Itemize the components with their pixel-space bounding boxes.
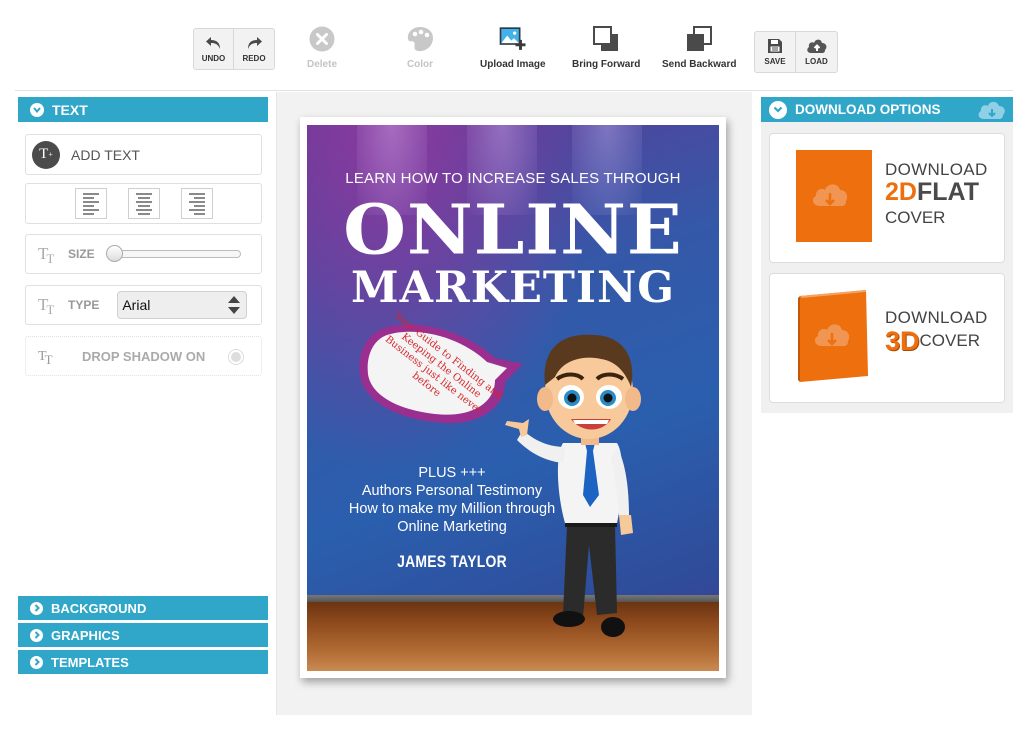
undo-icon [205,37,220,49]
align-left-button[interactable] [74,188,107,219]
flat-label: FLAT [916,178,979,206]
save-load-group: SAVE LOAD [754,31,838,73]
flat-cover-thumbnail [796,150,872,242]
cover-label: COVER [919,331,980,350]
templates-section-header[interactable]: TEMPLATES [18,650,268,674]
download-options-title: DOWNLOAD OPTIONS [795,102,941,117]
color-label: Color [406,59,434,70]
background-section-title: BACKGROUND [51,600,147,616]
text-size-icon: TT [38,244,54,266]
redo-label: REDO [242,54,266,63]
cover-title-line2[interactable]: MARKETING [307,263,719,313]
download-3d-cover-button[interactable]: DOWNLOAD 3DCOVER [769,273,1005,403]
download-2d-type: 2DFLAT [885,180,988,208]
save-label: SAVE [764,57,786,66]
delete-label: Delete [307,59,338,70]
graphics-section-title: GRAPHICS [51,627,120,643]
cover-subtitle[interactable]: LEARN HOW TO INCREASE SALES THROUGH [307,170,719,187]
chevron-right-icon [30,628,43,642]
chevron-down-icon [30,102,44,117]
download-3d-text: DOWNLOAD 3DCOVER [885,308,988,359]
font-size-slider[interactable] [105,245,241,262]
delete-icon [309,26,335,52]
undo-button[interactable]: UNDO [194,29,234,69]
book-cover[interactable]: LEARN HOW TO INCREASE SALES THROUGH ONLI… [307,125,719,671]
align-center-button[interactable] [127,188,160,219]
cloud-upload-icon [806,39,826,53]
redo-icon [248,37,262,49]
cover-label: COVER [885,208,946,227]
cloud-download-icon [978,101,1005,119]
color-button[interactable]: Color [405,24,435,70]
align-left-icon [82,192,99,215]
bring-forward-button[interactable]: Bring Forward [572,24,640,70]
toolbar-divider [15,90,1013,91]
save-button[interactable]: SAVE [755,32,796,72]
add-text-icon: T + [32,140,60,169]
download-label: DOWNLOAD [885,308,988,327]
type-label: TYPE [68,298,100,312]
download-3d-type: 3DCOVER [885,328,988,359]
palette-icon [407,27,433,52]
font-type-row: TT TYPE Arial [25,285,262,325]
bring-forward-label: Bring Forward [572,59,641,70]
background-section: BACKGROUND [18,596,268,620]
chevron-right-icon [30,601,43,615]
undo-label: UNDO [201,54,226,63]
text-section-header[interactable]: TEXT [18,97,268,122]
drop-shadow-label: DROP SHADOW ON [82,348,206,364]
text-section-title: TEXT [52,101,88,118]
font-select[interactable]: Arial [117,291,248,319]
send-backward-button[interactable]: Send Backward [662,24,736,70]
text-type-icon: TT [38,295,54,317]
graphics-section-header[interactable]: GRAPHICS [18,623,268,647]
background-section-header[interactable]: BACKGROUND [18,596,268,620]
download-2d-flat-cover-button[interactable]: DOWNLOAD 2DFLAT COVER [769,133,1005,263]
cover-title-line1[interactable]: ONLINE [307,189,719,270]
slider-handle[interactable] [105,245,123,262]
font-select-value: Arial [122,297,151,313]
bring-forward-icon [593,26,619,51]
accent-3d: 3D [885,326,920,356]
font-size-row: TT SIZE [25,234,262,274]
text-align-group [25,183,262,224]
redo-button[interactable]: REDO [234,29,274,69]
download-options-header[interactable]: DOWNLOAD OPTIONS [761,97,1013,122]
text-section: TEXT [18,97,268,122]
templates-section-title: TEMPLATES [51,654,129,670]
graphics-section: GRAPHICS [18,623,268,647]
add-text-label: ADD TEXT [71,146,140,163]
load-label: LOAD [805,57,828,66]
cartoon-businessman[interactable] [505,315,665,645]
upload-image-button[interactable]: Upload Image [480,24,546,70]
add-text-button[interactable]: T + ADD TEXT [25,134,262,175]
download-2d-text: DOWNLOAD 2DFLAT COVER [885,160,988,228]
templates-section: TEMPLATES [18,650,268,674]
accent-2d: 2D [885,178,917,206]
drop-shadow-icon: TT [38,348,53,367]
align-center-icon [135,192,152,215]
align-right-button[interactable] [180,188,213,219]
size-label: SIZE [68,247,95,261]
chevron-down-icon [769,100,787,119]
drop-shadow-row: TT DROP SHADOW ON [25,336,262,376]
load-button[interactable]: LOAD [796,32,837,72]
send-backward-label: Send Backward [662,59,737,70]
select-arrows-icon [228,296,241,314]
toolbar: UNDO REDO Delete Color Upload Image Brin… [0,0,1028,90]
chevron-right-icon [30,655,43,669]
3d-book-thumbnail [798,290,868,382]
undo-redo-group: UNDO REDO [193,28,275,70]
delete-button[interactable]: Delete [307,24,337,70]
send-backward-icon [687,26,713,51]
drop-shadow-toggle[interactable] [228,349,244,365]
align-right-icon [188,192,205,215]
upload-image-label: Upload Image [480,59,546,70]
download-options-panel: DOWNLOAD OPTIONS DOWNLOAD 2DFLAT COVER D… [761,97,1013,413]
save-icon [768,39,782,53]
download-label: DOWNLOAD [885,160,988,179]
upload-image-icon [499,27,526,50]
